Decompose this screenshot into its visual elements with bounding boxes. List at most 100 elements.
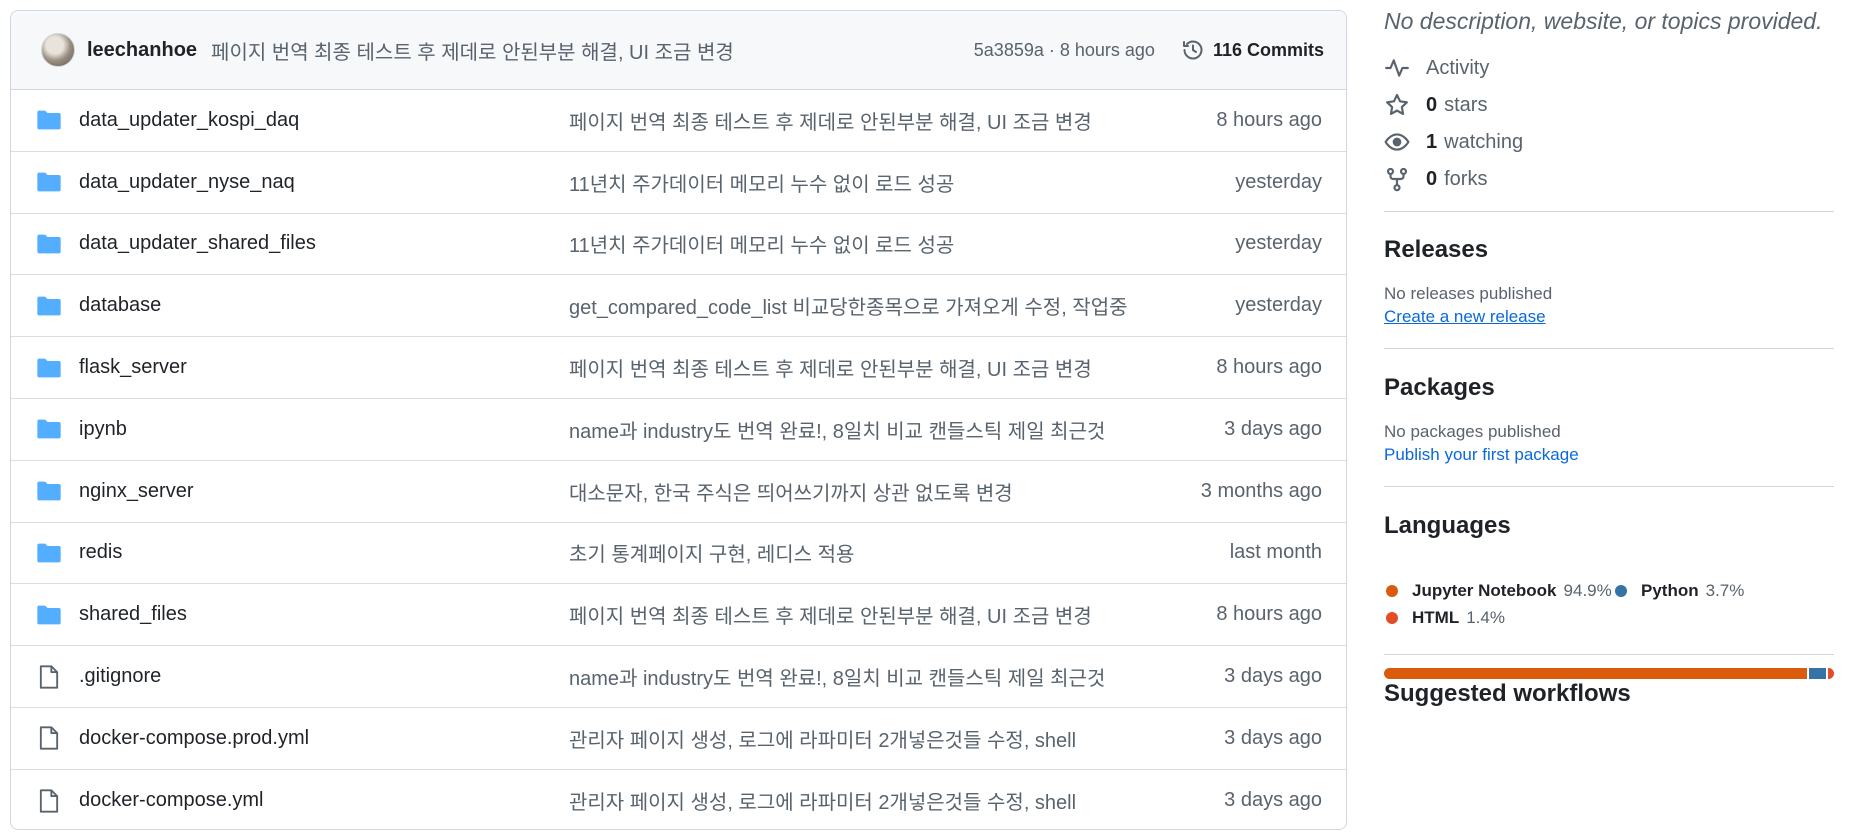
folder-icon	[35, 601, 63, 629]
file-name-link[interactable]: docker-compose.prod.yml	[79, 727, 569, 750]
file-commit-date: 3 months ago	[1200, 479, 1322, 502]
folder-icon	[35, 230, 63, 258]
file-commit-date: 8 hours ago	[1216, 603, 1322, 626]
file-commit-date: yesterday	[1235, 232, 1322, 255]
file-icon	[35, 787, 63, 815]
file-commit-message-link[interactable]: 페이지 번역 최종 테스트 후 제데로 안된부분 해결, UI 조금 변경	[569, 353, 1134, 382]
create-release-link[interactable]: Create a new release	[1384, 307, 1546, 327]
commit-author-link[interactable]: leechanhoe	[87, 39, 197, 62]
language-name: Jupyter Notebook	[1412, 581, 1557, 600]
commits-history-link[interactable]: 116 Commits	[1181, 38, 1324, 62]
file-row[interactable]: docker-compose.yml 관리자 페이지 생성, 로그에 라파미터 2…	[11, 770, 1346, 829]
file-name-link[interactable]: docker-compose.yml	[79, 789, 569, 812]
star-icon	[1386, 93, 1408, 115]
avatar[interactable]	[41, 33, 75, 67]
file-commit-date: 8 hours ago	[1216, 108, 1322, 131]
language-python[interactable]: Python 3.7%	[1615, 581, 1744, 601]
language-bar-segment	[1827, 668, 1834, 679]
fork-icon	[1386, 167, 1408, 192]
commit-message-link[interactable]: 페이지 번역 최종 테스트 후 제데로 안된부분 해결, UI 조금 변경	[211, 36, 974, 65]
divider	[1384, 654, 1834, 655]
file-commit-message-link[interactable]: 페이지 번역 최종 테스트 후 제데로 안된부분 해결, UI 조금 변경	[569, 106, 1134, 135]
stars-count: 0	[1426, 93, 1438, 116]
file-commit-date: 3 days ago	[1224, 726, 1322, 749]
file-name-link[interactable]: .gitignore	[79, 665, 569, 688]
file-row[interactable]: docker-compose.prod.yml 관리자 페이지 생성, 로그에 라…	[11, 708, 1346, 770]
language-bar-segment	[1809, 668, 1826, 679]
file-row[interactable]: .gitignore name과 industry도 번역 완료!, 8일치 비교…	[11, 646, 1346, 708]
file-name-link[interactable]: flask_server	[79, 356, 569, 379]
watching-label: watching	[1444, 130, 1524, 153]
about-description: No description, website, or topics provi…	[1384, 8, 1823, 34]
packages-heading[interactable]: Packages	[1384, 374, 1495, 402]
file-row[interactable]: flask_server 페이지 번역 최종 테스트 후 제데로 안된부분 해결,…	[11, 337, 1346, 399]
file-commit-message-link[interactable]: 페이지 번역 최종 테스트 후 제데로 안된부분 해결, UI 조금 변경	[569, 600, 1134, 629]
file-commit-date: last month	[1229, 541, 1322, 564]
file-row[interactable]: database get_compared_code_list 비교당한종목으로 …	[11, 275, 1346, 338]
commit-hash-time[interactable]: 5a3859a · 8 hours ago	[974, 40, 1155, 61]
file-commit-date: 3 days ago	[1224, 417, 1322, 440]
file-commit-date: yesterday	[1235, 170, 1322, 193]
latest-commit-bar: leechanhoe 페이지 번역 최종 테스트 후 제데로 안된부분 해결, …	[11, 11, 1346, 90]
file-row[interactable]: shared_files 페이지 번역 최종 테스트 후 제데로 안된부분 해결,…	[11, 584, 1346, 647]
language-percent: 1.4%	[1466, 608, 1505, 627]
file-commit-message-link[interactable]: name과 industry도 번역 완료!, 8일치 비교 캔들스틱 제일 최…	[569, 662, 1134, 691]
file-row[interactable]: ipynb name과 industry도 번역 완료!, 8일치 비교 캔들스틱…	[11, 399, 1346, 461]
language-name: HTML	[1412, 608, 1460, 627]
file-name-link[interactable]: data_updater_shared_files	[79, 232, 569, 255]
file-commit-message-link[interactable]: 대소문자, 한국 주식은 띄어쓰기까지 상관 없도록 변경	[569, 477, 1134, 506]
language-html[interactable]: HTML 1.4%	[1386, 608, 1505, 628]
language-color-dot	[1386, 612, 1398, 624]
folder-icon	[35, 292, 63, 320]
file-commit-message-link[interactable]: 11년치 주가데이터 메모리 누수 없이 로드 성공	[569, 168, 1134, 197]
divider	[1384, 348, 1834, 349]
folder-icon	[35, 168, 63, 196]
language-bar-segment	[1384, 668, 1808, 679]
file-name-link[interactable]: redis	[79, 541, 569, 564]
language-percent: 94.9%	[1563, 581, 1612, 600]
folder-icon	[35, 415, 63, 443]
file-name-link[interactable]: shared_files	[79, 603, 569, 626]
commits-count: 116 Commits	[1212, 39, 1324, 60]
forks-count: 0	[1426, 167, 1438, 190]
file-commit-date: 3 days ago	[1224, 665, 1322, 688]
history-icon	[1182, 40, 1203, 60]
language-jupyter[interactable]: Jupyter Notebook 94.9%	[1386, 581, 1612, 601]
file-rows: data_updater_kospi_daq 페이지 번역 최종 테스트 후 제데…	[11, 90, 1346, 829]
publish-package-link[interactable]: Publish your first package	[1384, 445, 1579, 465]
file-icon	[35, 663, 63, 691]
file-commit-message-link[interactable]: 관리자 페이지 생성, 로그에 라파미터 2개넣은것들 수정, shell	[569, 724, 1134, 753]
file-commit-date: 8 hours ago	[1216, 356, 1322, 379]
file-name-link[interactable]: data_updater_kospi_daq	[79, 109, 569, 132]
divider	[1384, 211, 1834, 212]
file-row[interactable]: data_updater_shared_files 11년치 주가데이터 메모리 …	[11, 214, 1346, 276]
file-commit-message-link[interactable]: 11년치 주가데이터 메모리 누수 없이 로드 성공	[569, 229, 1134, 258]
file-row[interactable]: nginx_server 대소문자, 한국 주식은 띄어쓰기까지 상관 없도록 변…	[11, 461, 1346, 523]
file-row[interactable]: data_updater_kospi_daq 페이지 번역 최종 테스트 후 제데…	[11, 90, 1346, 152]
suggested-workflows-heading: Suggested workflows	[1384, 680, 1631, 707]
file-commit-message-link[interactable]: 초기 통계페이지 구현, 레디스 적용	[569, 538, 1134, 567]
file-commit-date: 3 days ago	[1224, 789, 1322, 812]
watching-count: 1	[1426, 130, 1438, 153]
file-commit-message-link[interactable]: name과 industry도 번역 완료!, 8일치 비교 캔들스틱 제일 최…	[569, 415, 1134, 444]
releases-heading[interactable]: Releases	[1384, 236, 1488, 264]
folder-icon	[35, 539, 63, 567]
folder-icon	[35, 354, 63, 382]
activity-label: Activity	[1426, 56, 1490, 79]
file-name-link[interactable]: nginx_server	[79, 480, 569, 503]
file-commit-message-link[interactable]: get_compared_code_list 비교당한종목으로 가져오게 수정,…	[569, 291, 1134, 320]
file-row[interactable]: data_updater_nyse_naq 11년치 주가데이터 메모리 누수 없…	[11, 152, 1346, 214]
file-commit-date: yesterday	[1235, 294, 1322, 317]
file-commit-message-link[interactable]: 관리자 페이지 생성, 로그에 라파미터 2개넣은것들 수정, shell	[569, 786, 1134, 815]
watching-link[interactable]: 1 watching	[1384, 129, 1523, 155]
file-name-link[interactable]: database	[79, 294, 569, 317]
file-name-link[interactable]: ipynb	[79, 418, 569, 441]
stars-link[interactable]: 0 stars	[1384, 92, 1487, 118]
file-icon	[35, 724, 63, 752]
language-bar	[1384, 668, 1834, 679]
activity-link[interactable]: Activity	[1384, 55, 1489, 81]
forks-link[interactable]: 0 forks	[1384, 166, 1487, 192]
file-row[interactable]: redis 초기 통계페이지 구현, 레디스 적용 last month	[11, 523, 1346, 585]
releases-note: No releases published	[1384, 284, 1553, 303]
file-name-link[interactable]: data_updater_nyse_naq	[79, 171, 569, 194]
